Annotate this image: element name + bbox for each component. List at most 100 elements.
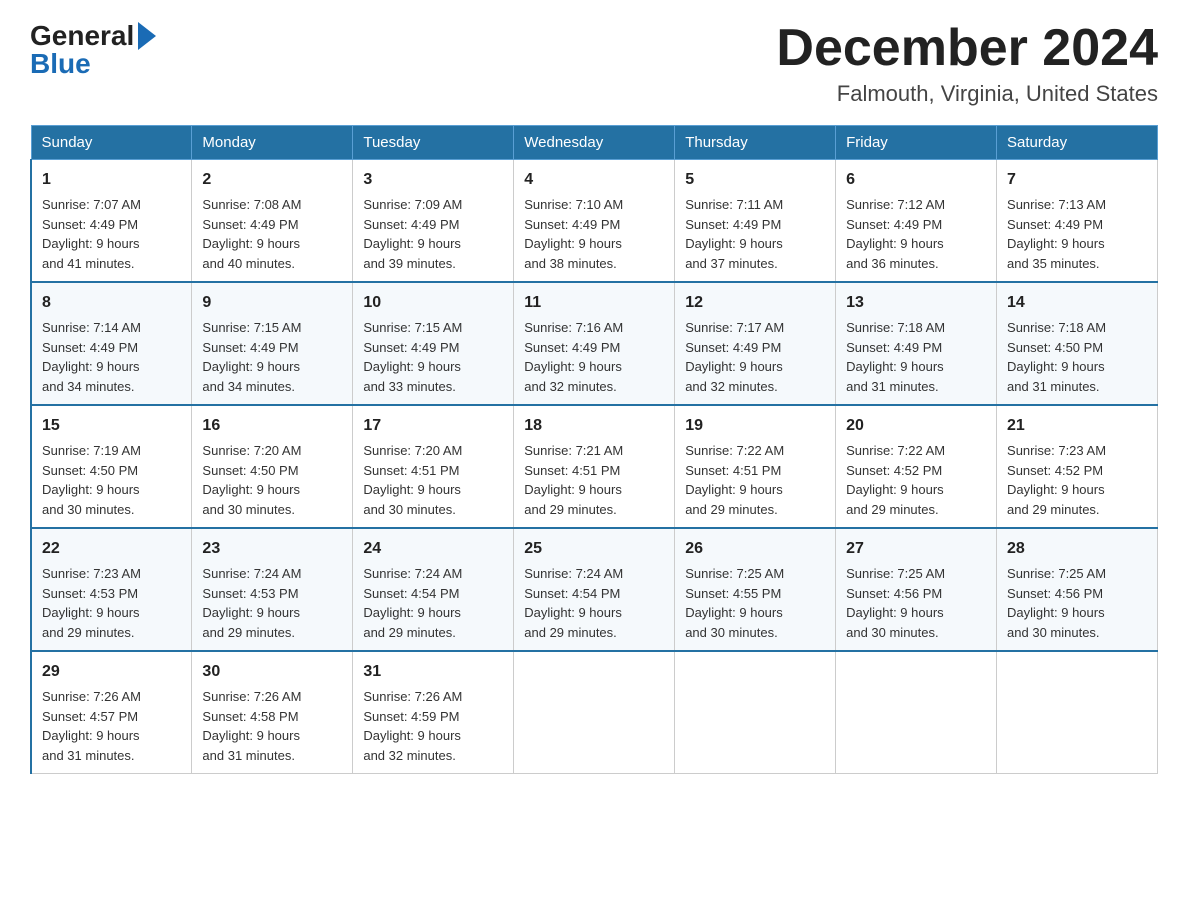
month-title: December 2024: [776, 20, 1158, 77]
calendar-cell: 31 Sunrise: 7:26 AMSunset: 4:59 PMDayligh…: [353, 651, 514, 774]
day-info: Sunrise: 7:08 AMSunset: 4:49 PMDaylight:…: [202, 195, 342, 273]
calendar-header-saturday: Saturday: [997, 126, 1158, 160]
calendar-cell: 28 Sunrise: 7:25 AMSunset: 4:56 PMDayligh…: [997, 528, 1158, 651]
logo-blue-text: Blue: [30, 48, 91, 80]
day-number: 27: [846, 537, 986, 561]
calendar-cell: 3 Sunrise: 7:09 AMSunset: 4:49 PMDaylight…: [353, 160, 514, 283]
day-info: Sunrise: 7:24 AMSunset: 4:54 PMDaylight:…: [363, 564, 503, 642]
day-info: Sunrise: 7:18 AMSunset: 4:49 PMDaylight:…: [846, 318, 986, 396]
day-info: Sunrise: 7:20 AMSunset: 4:51 PMDaylight:…: [363, 441, 503, 519]
day-number: 26: [685, 537, 825, 561]
logo: General Blue: [30, 20, 156, 80]
logo-arrow-icon: [138, 22, 156, 50]
day-info: Sunrise: 7:21 AMSunset: 4:51 PMDaylight:…: [524, 441, 664, 519]
day-number: 28: [1007, 537, 1147, 561]
calendar-cell: 18 Sunrise: 7:21 AMSunset: 4:51 PMDayligh…: [514, 405, 675, 528]
calendar-header-thursday: Thursday: [675, 126, 836, 160]
day-info: Sunrise: 7:25 AMSunset: 4:56 PMDaylight:…: [846, 564, 986, 642]
calendar-week-row: 15 Sunrise: 7:19 AMSunset: 4:50 PMDayligh…: [31, 405, 1158, 528]
day-number: 20: [846, 414, 986, 438]
day-number: 29: [42, 660, 181, 684]
day-info: Sunrise: 7:10 AMSunset: 4:49 PMDaylight:…: [524, 195, 664, 273]
day-info: Sunrise: 7:22 AMSunset: 4:52 PMDaylight:…: [846, 441, 986, 519]
calendar-cell: [675, 651, 836, 774]
calendar-week-row: 22 Sunrise: 7:23 AMSunset: 4:53 PMDayligh…: [31, 528, 1158, 651]
calendar-cell: [997, 651, 1158, 774]
calendar-cell: 13 Sunrise: 7:18 AMSunset: 4:49 PMDayligh…: [836, 282, 997, 405]
day-info: Sunrise: 7:22 AMSunset: 4:51 PMDaylight:…: [685, 441, 825, 519]
day-number: 11: [524, 291, 664, 315]
calendar-week-row: 1 Sunrise: 7:07 AMSunset: 4:49 PMDaylight…: [31, 160, 1158, 283]
calendar-cell: [836, 651, 997, 774]
calendar-cell: 21Sunrise: 7:23 AMSunset: 4:52 PMDayligh…: [997, 405, 1158, 528]
day-number: 8: [42, 291, 181, 315]
day-number: 15: [42, 414, 181, 438]
day-info: Sunrise: 7:19 AMSunset: 4:50 PMDaylight:…: [42, 441, 181, 519]
day-number: 3: [363, 168, 503, 192]
calendar-cell: 10 Sunrise: 7:15 AMSunset: 4:49 PMDayligh…: [353, 282, 514, 405]
calendar-cell: 20 Sunrise: 7:22 AMSunset: 4:52 PMDayligh…: [836, 405, 997, 528]
calendar-cell: 23 Sunrise: 7:24 AMSunset: 4:53 PMDayligh…: [192, 528, 353, 651]
calendar-cell: 14Sunrise: 7:18 AMSunset: 4:50 PMDayligh…: [997, 282, 1158, 405]
day-number: 31: [363, 660, 503, 684]
day-number: 25: [524, 537, 664, 561]
day-info: Sunrise: 7:14 AMSunset: 4:49 PMDaylight:…: [42, 318, 181, 396]
calendar-cell: 2 Sunrise: 7:08 AMSunset: 4:49 PMDaylight…: [192, 160, 353, 283]
calendar-cell: 19 Sunrise: 7:22 AMSunset: 4:51 PMDayligh…: [675, 405, 836, 528]
calendar-table: SundayMondayTuesdayWednesdayThursdayFrid…: [30, 125, 1158, 774]
calendar-header-wednesday: Wednesday: [514, 126, 675, 160]
day-info: Sunrise: 7:24 AMSunset: 4:54 PMDaylight:…: [524, 564, 664, 642]
day-info: Sunrise: 7:16 AMSunset: 4:49 PMDaylight:…: [524, 318, 664, 396]
day-number: 5: [685, 168, 825, 192]
day-number: 21: [1007, 414, 1147, 438]
day-info: Sunrise: 7:24 AMSunset: 4:53 PMDaylight:…: [202, 564, 342, 642]
calendar-header-sunday: Sunday: [31, 126, 192, 160]
day-info: Sunrise: 7:12 AMSunset: 4:49 PMDaylight:…: [846, 195, 986, 273]
calendar-cell: 4 Sunrise: 7:10 AMSunset: 4:49 PMDaylight…: [514, 160, 675, 283]
calendar-cell: 1 Sunrise: 7:07 AMSunset: 4:49 PMDaylight…: [31, 160, 192, 283]
day-info: Sunrise: 7:23 AMSunset: 4:53 PMDaylight:…: [42, 564, 181, 642]
day-number: 24: [363, 537, 503, 561]
day-info: Sunrise: 7:20 AMSunset: 4:50 PMDaylight:…: [202, 441, 342, 519]
day-number: 7: [1007, 168, 1147, 192]
day-number: 17: [363, 414, 503, 438]
calendar-cell: 8 Sunrise: 7:14 AMSunset: 4:49 PMDaylight…: [31, 282, 192, 405]
day-number: 1: [42, 168, 181, 192]
calendar-week-row: 8 Sunrise: 7:14 AMSunset: 4:49 PMDaylight…: [31, 282, 1158, 405]
calendar-cell: 7 Sunrise: 7:13 AMSunset: 4:49 PMDaylight…: [997, 160, 1158, 283]
day-info: Sunrise: 7:07 AMSunset: 4:49 PMDaylight:…: [42, 195, 181, 273]
day-info: Sunrise: 7:26 AMSunset: 4:59 PMDaylight:…: [363, 687, 503, 765]
day-number: 22: [42, 537, 181, 561]
day-info: Sunrise: 7:18 AMSunset: 4:50 PMDaylight:…: [1007, 318, 1147, 396]
day-info: Sunrise: 7:15 AMSunset: 4:49 PMDaylight:…: [363, 318, 503, 396]
day-number: 10: [363, 291, 503, 315]
day-info: Sunrise: 7:11 AMSunset: 4:49 PMDaylight:…: [685, 195, 825, 273]
day-number: 13: [846, 291, 986, 315]
day-number: 23: [202, 537, 342, 561]
day-info: Sunrise: 7:25 AMSunset: 4:56 PMDaylight:…: [1007, 564, 1147, 642]
calendar-cell: 9Sunrise: 7:15 AMSunset: 4:49 PMDaylight…: [192, 282, 353, 405]
day-number: 16: [202, 414, 342, 438]
day-info: Sunrise: 7:15 AMSunset: 4:49 PMDaylight:…: [202, 318, 342, 396]
day-number: 19: [685, 414, 825, 438]
calendar-cell: 29Sunrise: 7:26 AMSunset: 4:57 PMDayligh…: [31, 651, 192, 774]
calendar-cell: 15 Sunrise: 7:19 AMSunset: 4:50 PMDayligh…: [31, 405, 192, 528]
title-section: December 2024 Falmouth, Virginia, United…: [776, 20, 1158, 107]
day-number: 18: [524, 414, 664, 438]
calendar-cell: 24 Sunrise: 7:24 AMSunset: 4:54 PMDayligh…: [353, 528, 514, 651]
day-number: 2: [202, 168, 342, 192]
calendar-header-tuesday: Tuesday: [353, 126, 514, 160]
calendar-header-row: SundayMondayTuesdayWednesdayThursdayFrid…: [31, 126, 1158, 160]
calendar-cell: 12Sunrise: 7:17 AMSunset: 4:49 PMDayligh…: [675, 282, 836, 405]
day-info: Sunrise: 7:17 AMSunset: 4:49 PMDaylight:…: [685, 318, 825, 396]
calendar-cell: 27 Sunrise: 7:25 AMSunset: 4:56 PMDayligh…: [836, 528, 997, 651]
day-number: 4: [524, 168, 664, 192]
calendar-cell: 11 Sunrise: 7:16 AMSunset: 4:49 PMDayligh…: [514, 282, 675, 405]
location-title: Falmouth, Virginia, United States: [776, 81, 1158, 107]
day-info: Sunrise: 7:13 AMSunset: 4:49 PMDaylight:…: [1007, 195, 1147, 273]
calendar-cell: 16 Sunrise: 7:20 AMSunset: 4:50 PMDayligh…: [192, 405, 353, 528]
day-info: Sunrise: 7:09 AMSunset: 4:49 PMDaylight:…: [363, 195, 503, 273]
calendar-header-monday: Monday: [192, 126, 353, 160]
page-header: General Blue December 2024 Falmouth, Vir…: [30, 20, 1158, 107]
calendar-cell: [514, 651, 675, 774]
